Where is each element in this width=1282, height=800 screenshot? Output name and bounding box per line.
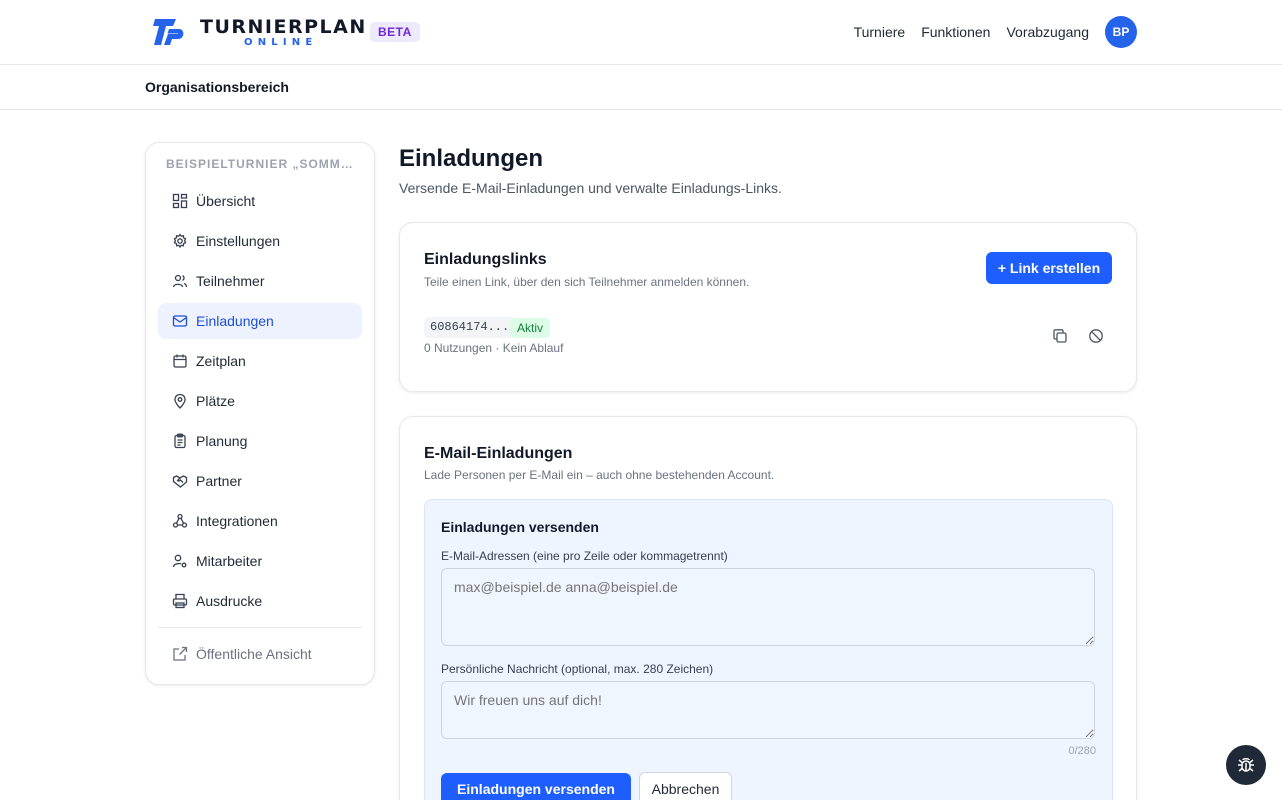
user-cog-icon: [172, 554, 187, 568]
grid-icon: [172, 193, 188, 209]
sidebar-item-printouts[interactable]: Ausdrucke: [158, 583, 362, 619]
map-pin-icon: [174, 393, 186, 409]
deactivate-link-button[interactable]: [1083, 323, 1109, 349]
calendar-icon: [173, 354, 187, 368]
sidebar-item-public-view[interactable]: Öffentliche Ansicht: [158, 636, 362, 672]
sidebar-tournament-name: BEISPIELTURNIER „SOMME...: [166, 157, 356, 171]
card-title: E-Mail-Einladungen: [424, 445, 573, 462]
sidebar-item-invitations[interactable]: Einladungen: [158, 303, 362, 339]
external-link-icon: [173, 646, 188, 661]
nav-link-vorabzugang[interactable]: Vorabzugang: [1006, 22, 1089, 42]
sidebar-item-label: Integrationen: [196, 513, 278, 529]
brand-name: TURNIERPLAN: [200, 16, 367, 38]
bug-icon: [1238, 757, 1254, 772]
emails-label: E-Mail-Adressen (eine pro Zeile oder kom…: [441, 549, 728, 563]
sidebar-item-label: Einstellungen: [196, 233, 281, 249]
copy-icon: [1053, 329, 1067, 343]
ban-icon: [1089, 329, 1103, 343]
send-invitations-button[interactable]: Einladungen versenden: [441, 773, 631, 800]
sidebar-item-label: Zeitplan: [196, 353, 246, 369]
email-invitations-card: E-Mail-Einladungen Lade Personen per E-M…: [399, 416, 1137, 800]
beta-badge: BETA: [370, 22, 420, 42]
message-label: Persönliche Nachricht (optional, max. 28…: [441, 662, 714, 676]
sidebar-item-label: Einladungen: [196, 313, 274, 329]
sidebar-divider: [158, 627, 362, 628]
sidebar-item-staff[interactable]: Mitarbeiter: [158, 543, 362, 579]
main-nav: Turniere Funktionen Vorabzugang: [854, 22, 1089, 42]
user-avatar[interactable]: BP: [1105, 16, 1137, 48]
brand-subtitle: ONLINE: [244, 37, 318, 48]
sidebar-item-schedule[interactable]: Zeitplan: [158, 343, 362, 379]
sidebar-item-label: Teilnehmer: [196, 273, 265, 289]
mail-icon: [172, 315, 188, 327]
sidebar-item-label: Übersicht: [196, 193, 256, 209]
handshake-icon: [172, 475, 188, 488]
logo-icon[interactable]: [152, 15, 186, 49]
emails-input[interactable]: [441, 568, 1095, 646]
invitation-links-card: Einladungslinks Teile einen Link, über d…: [399, 222, 1137, 392]
users-icon: [172, 274, 188, 288]
sidebar-item-partners[interactable]: Partner: [158, 463, 362, 499]
form-title: Einladungen versenden: [441, 519, 599, 535]
nav-link-turniere[interactable]: Turniere: [854, 22, 906, 42]
sidebar-item-label: Partner: [196, 473, 242, 489]
sidebar-item-planning[interactable]: Planung: [158, 423, 362, 459]
send-invitations-form: Einladungen versenden E-Mail-Adressen (e…: [424, 499, 1113, 800]
sidebar-item-participants[interactable]: Teilnehmer: [158, 263, 362, 299]
copy-link-button[interactable]: [1047, 323, 1073, 349]
character-counter: 0/280: [1068, 745, 1096, 757]
card-subtitle: Lade Personen per E-Mail ein – auch ohne…: [424, 468, 775, 482]
nav-link-funktionen[interactable]: Funktionen: [921, 22, 990, 42]
clipboard-icon: [174, 433, 186, 449]
sidebar-item-overview[interactable]: Übersicht: [158, 183, 362, 219]
sidebar: BEISPIELTURNIER „SOMME... Übersicht Eins…: [145, 142, 375, 685]
sidebar-item-integrations[interactable]: Integrationen: [158, 503, 362, 539]
status-badge: Aktiv: [510, 318, 551, 338]
page-subtitle: Versende E-Mail-Einladungen und verwalte…: [399, 180, 782, 196]
bug-report-button[interactable]: [1226, 745, 1266, 785]
subnav-bar: Organisationsbereich: [0, 65, 1282, 110]
subnav-title[interactable]: Organisationsbereich: [145, 79, 289, 95]
sidebar-item-label: Öffentliche Ansicht: [196, 646, 312, 662]
card-subtitle: Teile einen Link, über den sich Teilnehm…: [424, 275, 750, 289]
message-input[interactable]: [441, 681, 1095, 739]
link-meta: 0 Nutzungen · Kein Ablauf: [424, 341, 564, 355]
sidebar-item-label: Ausdrucke: [196, 593, 263, 609]
create-link-button[interactable]: + Link erstellen: [986, 252, 1112, 284]
cancel-button[interactable]: Abbrechen: [639, 772, 732, 800]
link-code[interactable]: 60864174...: [424, 317, 516, 338]
page-title: Einladungen: [399, 145, 543, 172]
printer-icon: [172, 593, 188, 609]
top-navbar: TURNIERPLAN ONLINE BETA Turniere Funktio…: [0, 0, 1282, 65]
gear-icon: [173, 233, 187, 249]
webhook-icon: [172, 513, 188, 528]
sidebar-item-label: Planung: [196, 433, 248, 449]
sidebar-item-venues[interactable]: Plätze: [158, 383, 362, 419]
sidebar-item-label: Plätze: [196, 393, 235, 409]
card-title: Einladungslinks: [424, 251, 547, 268]
sidebar-item-settings[interactable]: Einstellungen: [158, 223, 362, 259]
sidebar-item-label: Mitarbeiter: [196, 553, 263, 569]
